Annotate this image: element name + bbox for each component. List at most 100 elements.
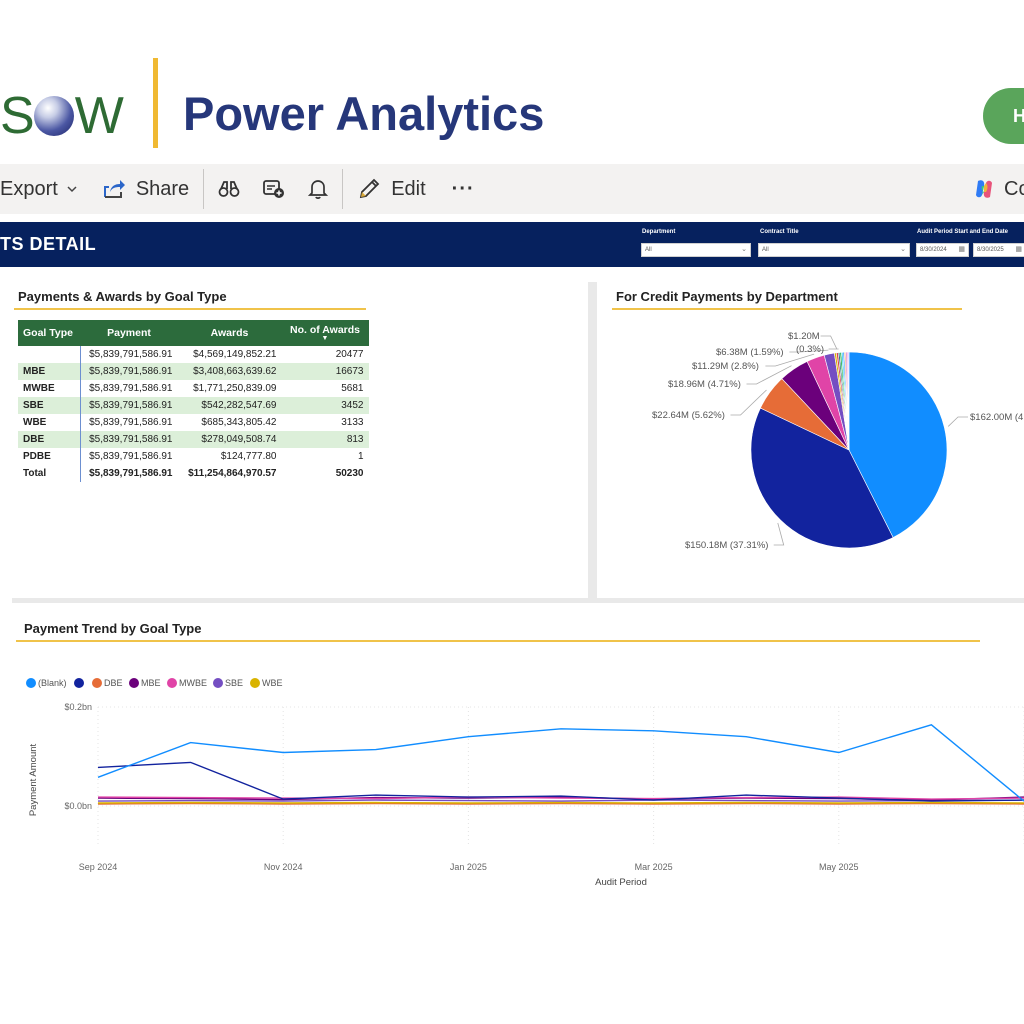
pie-data-label: (0.3%) bbox=[796, 344, 824, 355]
chevron-down-icon: ⌄ bbox=[741, 246, 747, 253]
series-line[interactable] bbox=[97, 724, 1024, 802]
app-title: Power Analytics bbox=[183, 87, 545, 140]
column-header-goal-type[interactable]: Goal Type bbox=[18, 320, 81, 346]
cell-payment: $5,839,791,586.91 bbox=[89, 468, 173, 479]
x-axis-title: Audit Period bbox=[595, 877, 647, 888]
column-header-no-of-awards[interactable]: No. of Awards ▼ bbox=[281, 320, 369, 346]
department-slicer[interactable]: All ⌄ bbox=[641, 243, 751, 257]
cell-goal-type bbox=[18, 346, 81, 363]
binoculars-button[interactable] bbox=[218, 169, 240, 209]
cell-awards: $278,049,508.74 bbox=[177, 431, 282, 448]
trend-visual-title: Payment Trend by Goal Type bbox=[24, 621, 202, 636]
cell-no-of-awards: 50230 bbox=[335, 468, 364, 479]
legend-label[interactable]: MWBE bbox=[179, 678, 207, 688]
edit-button[interactable]: Edit bbox=[357, 169, 426, 209]
add-comment-button[interactable] bbox=[262, 169, 286, 209]
help-button[interactable]: H bbox=[983, 88, 1024, 144]
y-axis-title: Payment Amount bbox=[28, 743, 39, 816]
globe-icon bbox=[33, 96, 74, 136]
table-row[interactable]: MWBE $5,839,791,586.91 $1,771,250,839.09 56… bbox=[18, 380, 369, 397]
contract-slicer-label: Contract Title bbox=[760, 229, 799, 235]
cell-no-of-awards: 5681 bbox=[341, 383, 364, 394]
pie-data-label: $6.38M (1.59%) bbox=[716, 347, 784, 358]
calendar-icon: ▦ bbox=[1015, 246, 1022, 253]
period-start-input[interactable]: 8/30/2024 ▦ bbox=[916, 243, 969, 257]
series-line[interactable] bbox=[97, 802, 1024, 805]
cell-awards: $685,343,805.42 bbox=[201, 417, 277, 428]
sort-descending-icon: ▼ bbox=[321, 335, 329, 342]
x-tick-label: Sep 2024 bbox=[79, 862, 118, 872]
column-header-awards[interactable]: Awards bbox=[177, 320, 282, 346]
contract-title-slicer[interactable]: All ⌄ bbox=[758, 243, 910, 257]
legend-label[interactable]: MBE bbox=[141, 678, 161, 688]
cell-awards: $3,408,663,639.62 bbox=[177, 363, 282, 380]
period-slicer-label: Audit Period Start and End Date bbox=[917, 229, 1009, 235]
table-visual-title: Payments & Awards by Goal Type bbox=[18, 289, 227, 304]
copilot-button[interactable]: Co bbox=[972, 169, 1024, 209]
series-line[interactable] bbox=[97, 761, 1024, 802]
share-button[interactable]: Share bbox=[102, 169, 189, 209]
legend-label[interactable]: (Blank) bbox=[38, 678, 67, 688]
cell-no-of-awards: 1 bbox=[357, 451, 364, 462]
subscribe-button[interactable] bbox=[308, 169, 329, 209]
cell-payment: $5,839,791,586.91 bbox=[89, 417, 173, 428]
legend-marker bbox=[74, 678, 84, 688]
cell-goal-type: MBE bbox=[18, 363, 81, 380]
visual-splitter bbox=[12, 598, 1024, 603]
table-total-row[interactable]: Total $5,839,791,586.91 $11,254,864,970.57… bbox=[18, 465, 369, 482]
series-line[interactable] bbox=[97, 801, 1024, 804]
report-title: TS DETAIL bbox=[0, 234, 97, 254]
cell-awards: $4,569,149,852.21 bbox=[193, 349, 277, 360]
cell-payment: $5,839,791,586.91 bbox=[80, 363, 178, 380]
legend-label[interactable]: WBE bbox=[262, 678, 283, 688]
title-underline bbox=[14, 308, 366, 310]
cell-no-of-awards: 16673 bbox=[281, 363, 369, 380]
legend-marker bbox=[129, 678, 139, 688]
export-button[interactable]: Export bbox=[0, 169, 78, 209]
toolbar-separator bbox=[203, 169, 205, 209]
pie-data-label: $22.64M (5.62%) bbox=[652, 410, 725, 421]
table-header-row: Goal Type Payment Awards No. of Awards ▼ bbox=[18, 320, 369, 346]
pie-data-label: $162.00M (4 bbox=[970, 412, 1023, 423]
calendar-icon: ▦ bbox=[958, 246, 965, 253]
y-tick-label: $0.0bn bbox=[64, 801, 92, 811]
brand-logo: S W bbox=[0, 87, 124, 145]
chevron-down-icon: ⌄ bbox=[900, 246, 906, 253]
legend-label[interactable]: SBE bbox=[225, 678, 243, 688]
pie-leader-line bbox=[773, 522, 785, 546]
pie-data-label: $18.96M (4.71%) bbox=[668, 379, 741, 390]
table-row[interactable]: PDBE $5,839,791,586.91 $124,777.80 1 bbox=[18, 448, 369, 465]
cell-goal-type: SBE bbox=[18, 397, 81, 414]
copilot-icon bbox=[976, 180, 992, 198]
table-row[interactable]: DBE $5,839,791,586.91 $278,049,508.74 813 bbox=[18, 431, 369, 448]
cell-goal-type: DBE bbox=[18, 431, 81, 448]
period-end-input[interactable]: 8/30/2025 ▦ bbox=[973, 243, 1024, 257]
share-icon bbox=[103, 180, 125, 198]
payment-trend-line-chart: (Blank) DBE MBE MWBE SBE WBE $0.2bn $0.0bn Sep 2… bbox=[26, 678, 1024, 888]
pie-data-label: $11.29M (2.8%) bbox=[692, 361, 759, 372]
table-row[interactable]: SBE $5,839,791,586.91 $542,282,547.69 3452 bbox=[18, 397, 369, 414]
more-options-button[interactable]: ··· bbox=[452, 169, 475, 209]
column-header-payment[interactable]: Payment bbox=[80, 320, 178, 346]
pencil-icon bbox=[360, 178, 380, 199]
pie-visual-title: For Credit Payments by Department bbox=[616, 289, 838, 304]
table-row[interactable]: $5,839,791,586.91 $4,569,149,852.21 20477 bbox=[18, 346, 369, 363]
table-row[interactable]: WBE $5,839,791,586.91 $685,343,805.42 3133 bbox=[18, 414, 369, 431]
cell-goal-type: WBE bbox=[18, 414, 81, 431]
toolbar-separator bbox=[342, 169, 344, 209]
legend-marker bbox=[167, 678, 177, 688]
app-header: S W Power Analytics H bbox=[0, 0, 1024, 162]
chevron-down-icon bbox=[67, 186, 77, 193]
title-underline bbox=[612, 308, 962, 310]
legend-label[interactable]: DBE bbox=[104, 678, 123, 688]
binoculars-icon bbox=[218, 181, 240, 197]
more-icon: ··· bbox=[451, 177, 475, 200]
cell-goal-type: MWBE bbox=[18, 380, 81, 397]
legend-marker bbox=[92, 678, 102, 688]
pie-data-label: $1.20M bbox=[788, 331, 820, 342]
cell-goal-type: Total bbox=[18, 465, 81, 482]
bell-icon bbox=[308, 180, 329, 199]
header-divider bbox=[153, 58, 158, 148]
report-banner: TS DETAIL Department All ⌄ Contract Titl… bbox=[0, 222, 1024, 267]
table-row[interactable]: MBE $5,839,791,586.91 $3,408,663,639.62 166… bbox=[18, 363, 369, 380]
